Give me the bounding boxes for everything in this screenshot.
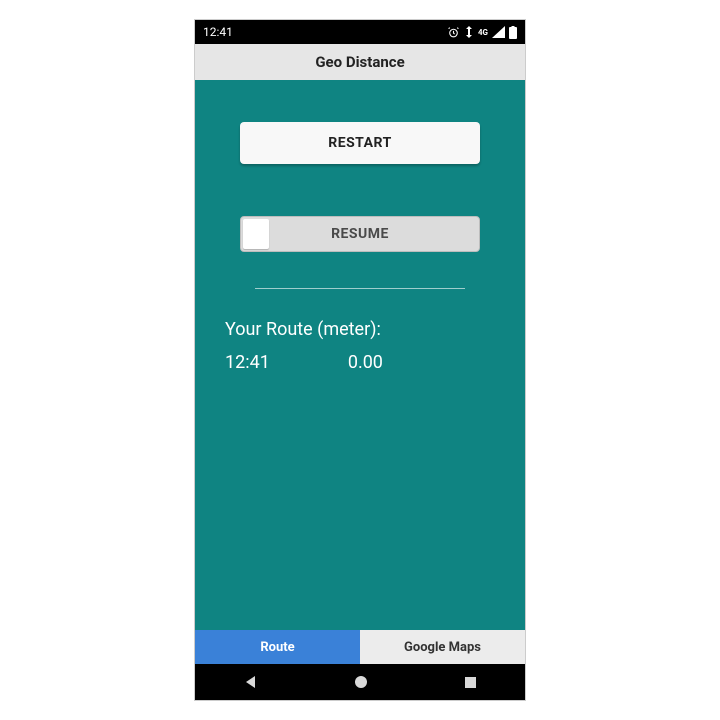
tab-route[interactable]: Route xyxy=(195,630,360,664)
route-row: 12:41 0.00 xyxy=(217,352,503,373)
android-nav-bar xyxy=(195,664,525,700)
status-time: 12:41 xyxy=(203,25,233,39)
status-icons: 4G xyxy=(447,26,517,39)
status-bar: 12:41 4G xyxy=(195,20,525,44)
resume-label: RESUME xyxy=(331,226,389,242)
resume-toggle[interactable]: RESUME xyxy=(240,216,480,252)
restart-label: RESTART xyxy=(328,135,392,151)
tab-maps-label: Google Maps xyxy=(404,640,481,655)
signal-icon xyxy=(492,26,505,38)
app-title: Geo Distance xyxy=(315,53,404,71)
title-bar: Geo Distance xyxy=(195,44,525,80)
route-label: Your Route (meter): xyxy=(217,319,503,340)
home-icon[interactable] xyxy=(354,675,368,689)
tab-bar: Route Google Maps xyxy=(195,630,525,664)
tab-maps[interactable]: Google Maps xyxy=(360,630,525,664)
battery-icon xyxy=(509,26,517,39)
tab-route-label: Route xyxy=(260,640,294,655)
restart-button[interactable]: RESTART xyxy=(240,122,480,164)
main-content: RESTART RESUME Your Route (meter): 12:41… xyxy=(195,80,525,630)
recent-icon[interactable] xyxy=(464,676,477,689)
sync-icon xyxy=(464,26,474,38)
route-distance: 0.00 xyxy=(348,352,383,373)
phone-frame: 12:41 4G Geo Distance RESTART RESUME You… xyxy=(195,20,525,700)
divider xyxy=(255,288,465,289)
toggle-thumb xyxy=(243,219,269,249)
network-label: 4G xyxy=(478,28,488,37)
back-icon[interactable] xyxy=(243,674,259,690)
alarm-icon xyxy=(447,26,460,39)
route-time: 12:41 xyxy=(225,352,270,373)
